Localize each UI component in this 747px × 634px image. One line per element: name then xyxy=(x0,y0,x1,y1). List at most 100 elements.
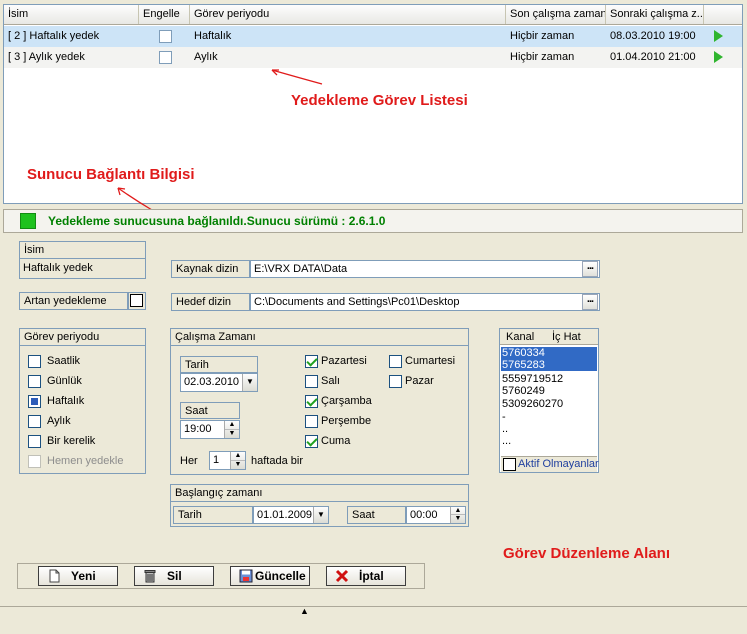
button-bar: Yeni Sil Güncelle İptal xyxy=(17,563,425,589)
cancel-button-label: İptal xyxy=(359,569,384,583)
day-label: Perşembe xyxy=(321,415,372,427)
channel-list-header: Kanal İç Hat xyxy=(500,329,598,345)
spinner-arrows-icon[interactable]: ▲ ▼ xyxy=(450,507,465,523)
period-group: Görev periyodu Saatlik Günlük Haftalık A… xyxy=(19,328,146,474)
period-label: Görev periyodu xyxy=(20,329,145,346)
start-date-label: Tarih xyxy=(173,506,253,524)
arrow-server-info xyxy=(117,187,153,211)
name-field[interactable]: Haftalık yedek xyxy=(23,262,93,274)
day-label: Çarşamba xyxy=(321,395,372,407)
name-group: İsim Haftalık yedek xyxy=(19,241,146,279)
weeks-value: 1 xyxy=(213,454,220,466)
source-dir-input[interactable]: E:\VRX DATA\Data xyxy=(250,260,600,278)
update-button-label: Güncelle xyxy=(255,569,306,583)
inactive-row: Aktif Olmayanlar xyxy=(501,456,599,472)
task-list-annotation: Yedekleme Görev Listesi xyxy=(291,92,468,109)
weeks-label: haftada bir xyxy=(251,455,303,467)
connection-led-icon xyxy=(20,213,36,229)
inactive-checkbox[interactable] xyxy=(503,458,516,471)
tuesday-checkbox[interactable] xyxy=(305,375,318,388)
source-dir-label: Kaynak dizin xyxy=(171,260,250,278)
day-label: Pazar xyxy=(405,375,434,387)
start-time-field-label: Saat xyxy=(347,506,406,524)
name-label: İsim xyxy=(20,242,145,259)
save-icon xyxy=(239,569,253,583)
col-header-extension[interactable]: İç Hat xyxy=(552,331,581,343)
browse-source-button[interactable]: ... xyxy=(582,261,598,277)
list-item[interactable]: 5309260270 xyxy=(501,398,597,410)
incremental-checkbox[interactable] xyxy=(130,294,143,307)
incremental-checkbox-frame xyxy=(128,292,146,310)
period-option-label: Günlük xyxy=(47,375,82,387)
friday-checkbox[interactable] xyxy=(305,435,318,448)
time-value: 19:00 xyxy=(184,423,212,435)
period-radio-hourly[interactable] xyxy=(28,355,41,368)
list-item[interactable]: 5765283 xyxy=(501,359,597,371)
date-value: 02.03.2010 xyxy=(184,376,240,388)
period-radio-once[interactable] xyxy=(28,435,41,448)
sunday-checkbox[interactable] xyxy=(389,375,402,388)
target-dir-label: Hedef dizin xyxy=(171,293,250,311)
browse-target-button[interactable]: ... xyxy=(582,294,598,310)
schedule-label: Çalışma Zamanı xyxy=(171,329,468,346)
status-text: Yedekleme sunucusuna bağlanıldı.Sunucu s… xyxy=(48,214,386,228)
schedule-group: Çalışma Zamanı Tarih 02.03.2010 ▼ Saat 1… xyxy=(170,328,469,475)
delete-button[interactable]: Sil xyxy=(134,566,214,586)
list-item[interactable]: 5760249 xyxy=(501,385,597,397)
new-document-icon xyxy=(49,569,60,583)
date-picker[interactable]: 02.03.2010 ▼ xyxy=(180,373,258,392)
day-label: Salı xyxy=(321,375,340,387)
wednesday-checkbox[interactable] xyxy=(305,395,318,408)
col-header-channel[interactable]: Kanal xyxy=(506,331,534,343)
period-radio-weekly[interactable] xyxy=(28,395,41,408)
day-label: Pazartesi xyxy=(321,355,367,367)
spinner-arrows-icon[interactable]: ▲ ▼ xyxy=(224,421,239,438)
server-status-bar: Yedekleme sunucusuna bağlanıldı.Sunucu s… xyxy=(3,209,743,233)
cross-icon xyxy=(335,569,349,583)
start-time-spinner[interactable]: 00:00 ▲ ▼ xyxy=(406,506,466,524)
chevron-down-icon[interactable]: ▼ xyxy=(313,507,328,523)
arrow-task-list xyxy=(271,69,323,85)
start-date-value: 01.01.2009 xyxy=(257,509,313,521)
period-option-label: Bir kerelik xyxy=(47,435,96,447)
new-button[interactable]: Yeni xyxy=(38,566,118,586)
day-label: Cumartesi xyxy=(405,355,456,367)
monday-checkbox[interactable] xyxy=(305,355,318,368)
period-option-label: Haftalık xyxy=(47,395,85,407)
weeks-spinner[interactable]: 1 ▲ ▼ xyxy=(209,451,246,470)
period-option-label: Saatlik xyxy=(47,355,81,367)
incremental-label: Artan yedekleme xyxy=(19,292,128,310)
list-item[interactable]: ... xyxy=(501,435,597,447)
splitter-bar[interactable] xyxy=(0,606,747,616)
list-item[interactable]: .. xyxy=(501,423,597,435)
chevron-down-icon[interactable]: ▼ xyxy=(242,374,257,391)
collapse-arrow-icon[interactable]: ▲ xyxy=(300,606,309,616)
channel-listbox[interactable]: Kanal İç Hat 5760334 5765283 5559719512 … xyxy=(499,328,599,473)
time-spinner[interactable]: 19:00 ▲ ▼ xyxy=(180,420,240,439)
list-item[interactable]: 5760334 xyxy=(501,347,597,359)
trash-icon xyxy=(144,570,156,583)
list-item[interactable]: 5559719512 xyxy=(501,373,597,385)
start-time-value: 00:00 xyxy=(410,509,438,521)
start-date-picker[interactable]: 01.01.2009 ▼ xyxy=(253,506,329,524)
target-dir-input[interactable]: C:\Documents and Settings\Pc01\Desktop xyxy=(250,293,600,311)
delete-button-label: Sil xyxy=(167,569,182,583)
start-time-label: Başlangıç zamanı xyxy=(171,485,468,502)
period-radio-monthly[interactable] xyxy=(28,415,41,428)
period-radio-immediate[interactable] xyxy=(28,455,41,468)
cancel-button[interactable]: İptal xyxy=(326,566,406,586)
period-radio-daily[interactable] xyxy=(28,375,41,388)
new-button-label: Yeni xyxy=(71,569,96,583)
inactive-label: Aktif Olmayanlar xyxy=(518,458,599,470)
time-label: Saat xyxy=(180,402,240,419)
saturday-checkbox[interactable] xyxy=(389,355,402,368)
server-info-annotation: Sunucu Bağlantı Bilgisi xyxy=(27,166,195,183)
period-option-label: Hemen yedekle xyxy=(47,455,124,467)
update-button[interactable]: Güncelle xyxy=(230,566,310,586)
thursday-checkbox[interactable] xyxy=(305,415,318,428)
date-label: Tarih xyxy=(180,356,258,373)
day-label: Cuma xyxy=(321,435,351,447)
list-item[interactable]: - xyxy=(501,411,597,423)
spinner-arrows-icon[interactable]: ▲ ▼ xyxy=(230,452,245,469)
start-time-group: Başlangıç zamanı Tarih 01.01.2009 ▼ Saat… xyxy=(170,484,469,527)
